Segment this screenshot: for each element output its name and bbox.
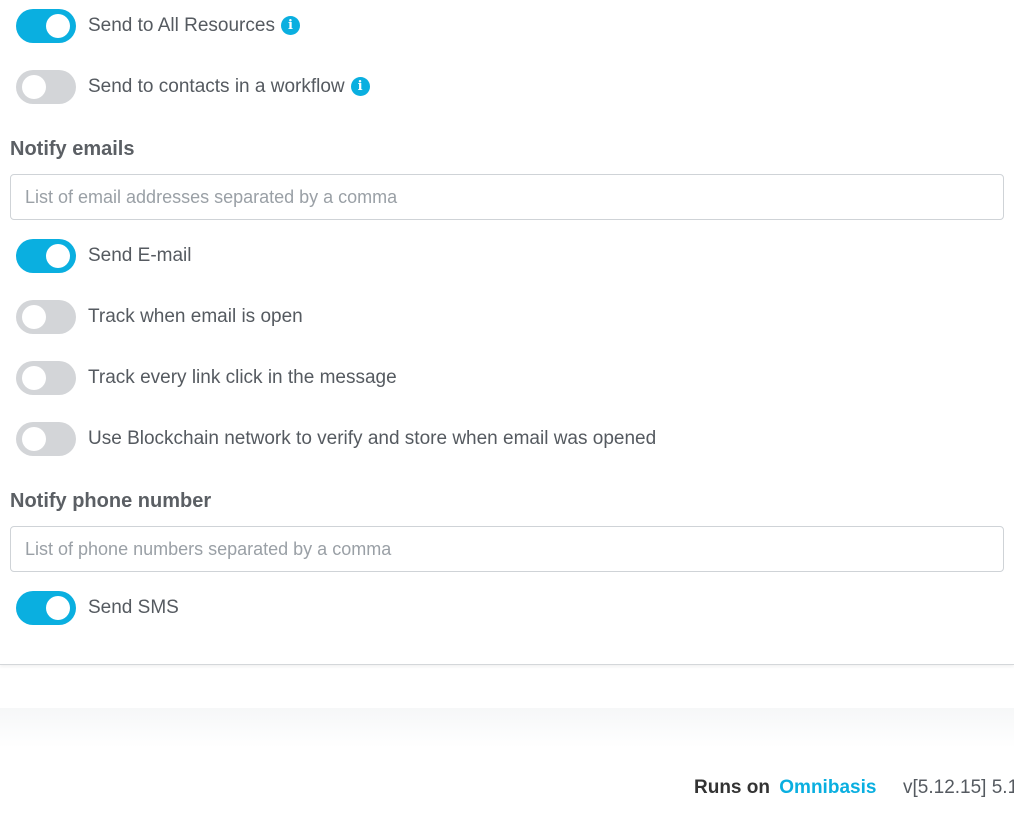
toggle-knob	[22, 427, 46, 451]
version-text: v[5.12.15] 5.1	[903, 777, 1014, 798]
omnibasis-link[interactable]: Omnibasis	[779, 777, 876, 798]
toggle-knob	[22, 366, 46, 390]
send-all-resources-label: Send to All Resources i	[88, 15, 300, 37]
toggle-knob	[46, 14, 70, 38]
track-open-row: Track when email is open	[16, 299, 303, 335]
send-all-resources-row: Send to All Resources i	[16, 8, 300, 44]
track-open-toggle[interactable]	[16, 300, 76, 334]
toggle-knob	[46, 244, 70, 268]
toggle-knob	[22, 305, 46, 329]
notify-emails-title: Notify emails	[10, 138, 135, 160]
send-email-label: Send E-mail	[88, 245, 192, 266]
toggle-knob	[22, 75, 46, 99]
footer-runs-on: Runs on Omnibasis	[694, 777, 876, 799]
send-sms-row: Send SMS	[16, 590, 179, 626]
blockchain-verify-row: Use Blockchain network to verify and sto…	[16, 421, 656, 457]
send-sms-toggle[interactable]	[16, 591, 76, 625]
footer	[0, 708, 1014, 831]
info-icon[interactable]: i	[350, 77, 370, 96]
blockchain-verify-label: Use Blockchain network to verify and sto…	[88, 428, 657, 449]
send-email-toggle[interactable]	[16, 239, 76, 273]
phone-numbers-input[interactable]	[10, 526, 1004, 572]
send-workflow-label: Send to contacts in a workflow i	[88, 76, 370, 98]
track-link-click-label: Track every link click in the message	[88, 367, 397, 388]
track-link-click-row: Track every link click in the message	[16, 360, 397, 396]
email-addresses-input[interactable]	[10, 174, 1004, 220]
runs-on-text: Runs on	[694, 777, 770, 798]
send-workflow-toggle[interactable]	[16, 70, 76, 104]
track-link-click-toggle[interactable]	[16, 361, 76, 395]
track-open-label: Track when email is open	[88, 306, 303, 327]
info-icon[interactable]: i	[280, 16, 300, 35]
notify-phone-title: Notify phone number	[10, 490, 212, 512]
blockchain-verify-toggle[interactable]	[16, 422, 76, 456]
toggle-knob	[46, 596, 70, 620]
notification-settings-panel: Send to All Resources i Send to contacts …	[0, 0, 1014, 665]
send-sms-label: Send SMS	[88, 597, 179, 618]
send-workflow-row: Send to contacts in a workflow i	[16, 69, 370, 105]
send-all-resources-toggle[interactable]	[16, 9, 76, 43]
send-email-row: Send E-mail	[16, 238, 192, 274]
